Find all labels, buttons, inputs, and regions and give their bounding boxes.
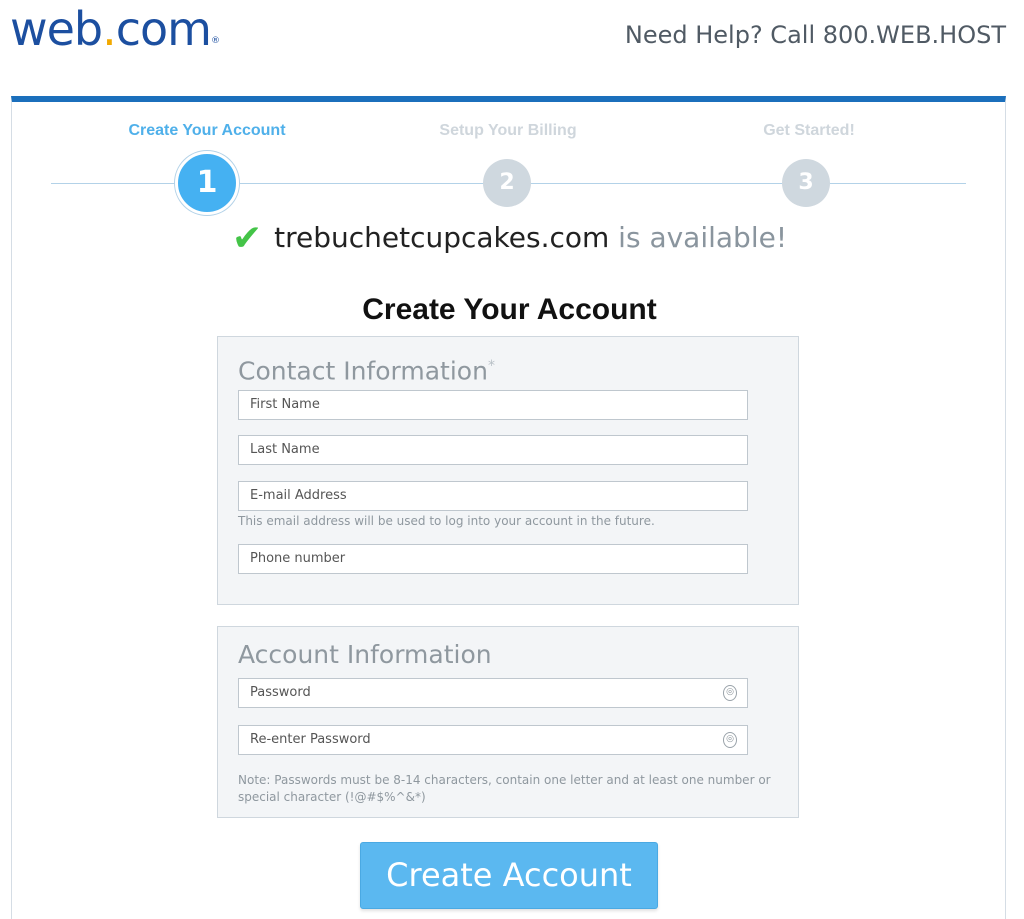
domain-availability: ✔ trebuchetcupcakes.com is available! <box>12 218 1007 259</box>
page-title: Create Your Account <box>362 293 657 326</box>
contact-information-section: Contact Information* First Name Last Nam… <box>217 336 799 605</box>
phone-field[interactable]: Phone number <box>238 544 748 574</box>
logo-com: com <box>115 2 212 56</box>
reenter-password-placeholder: Re-enter Password <box>250 732 371 747</box>
password-field[interactable]: Password ◎ <box>238 678 748 708</box>
password-placeholder: Password <box>250 685 311 700</box>
create-account-button[interactable]: Create Account <box>360 842 658 909</box>
password-note-line-1: Note: Passwords must be 8-14 characters,… <box>238 773 771 787</box>
contact-heading-text: Contact Information <box>238 356 488 386</box>
email-field[interactable]: E-mail Address <box>238 481 748 511</box>
availability-status: is available! <box>609 221 788 254</box>
step-label-create-account: Create Your Account <box>128 122 286 139</box>
signup-panel: Create Your Account Setup Your Billing G… <box>11 96 1006 919</box>
logo-registered-mark: ® <box>211 36 220 46</box>
lock-icon: ◎ <box>723 685 737 701</box>
step-circle-3: 3 <box>782 159 830 207</box>
help-phone-text: Need Help? Call 800.WEB.HOST <box>624 21 1006 49</box>
domain-name: trebuchetcupcakes.com <box>274 221 610 254</box>
step-circle-2: 2 <box>483 159 531 207</box>
account-heading: Account Information <box>238 640 492 669</box>
webcom-logo[interactable]: web.com® <box>10 2 220 56</box>
reenter-password-field[interactable]: Re-enter Password ◎ <box>238 725 748 755</box>
required-mark: * <box>487 358 495 374</box>
logo-web: web <box>10 2 103 56</box>
contact-heading: Contact Information* <box>238 351 495 386</box>
email-hint: This email address will be used to log i… <box>238 514 655 528</box>
last-name-field[interactable]: Last Name <box>238 435 748 465</box>
check-icon: ✔ <box>231 218 263 259</box>
step-label-get-started: Get Started! <box>763 122 855 139</box>
account-information-section: Account Information Password ◎ Re-enter P… <box>217 626 799 818</box>
step-circle-1: 1 <box>175 151 239 215</box>
lock-icon: ◎ <box>723 732 737 748</box>
password-note-line-2: special character (!@#$%^&*) <box>238 790 426 804</box>
first-name-field[interactable]: First Name <box>238 390 748 420</box>
step-label-setup-billing: Setup Your Billing <box>439 122 577 139</box>
logo-dot: . <box>102 2 117 56</box>
